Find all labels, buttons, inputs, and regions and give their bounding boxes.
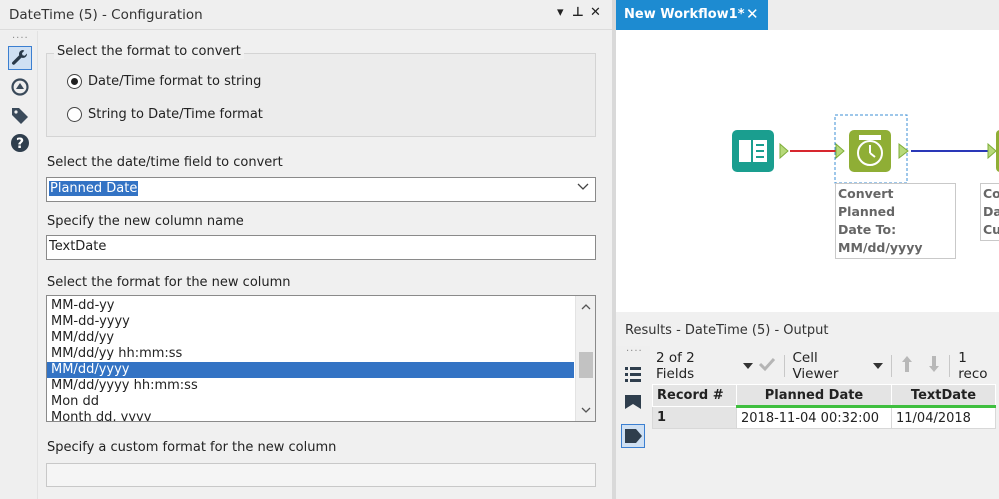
date-field-dropdown[interactable]: Planned Date bbox=[46, 177, 596, 202]
close-icon[interactable]: ✕ bbox=[746, 5, 759, 23]
scroll-down-icon[interactable] bbox=[576, 401, 595, 419]
listbox-scrollbar[interactable] bbox=[575, 296, 595, 421]
workflow-tab-label: New Workflow1* bbox=[624, 7, 745, 22]
annotation-line: MM/dd/yyyy bbox=[838, 240, 923, 255]
config-side-toolbar: ···· ? bbox=[0, 31, 38, 499]
svg-text:?: ? bbox=[16, 136, 24, 152]
chevron-down-icon[interactable] bbox=[577, 180, 589, 196]
radio-button-selected[interactable] bbox=[67, 74, 82, 89]
list-icon[interactable] bbox=[621, 362, 645, 386]
format-list-item[interactable]: MM/dd/yyyy bbox=[47, 362, 574, 378]
configuration-panel: DateTime (5) - Configuration ▾ ⊥ ✕ ···· … bbox=[0, 0, 612, 499]
new-column-name-input[interactable]: TextDate bbox=[46, 235, 596, 260]
results-toolbar: 2 of 2 Fields Cell Viewer 1 reco bbox=[650, 350, 999, 382]
input-data-icon bbox=[732, 130, 774, 172]
workflow-diagram bbox=[732, 114, 999, 184]
cell-viewer-selector[interactable]: Cell Viewer bbox=[792, 350, 865, 382]
arrow-down-icon[interactable] bbox=[927, 355, 941, 377]
scroll-up-icon[interactable] bbox=[576, 298, 595, 316]
output-anchor bbox=[779, 142, 789, 160]
table-header-row: Record # Planned Date TextDate bbox=[652, 384, 996, 408]
scrollbar-thumb[interactable] bbox=[579, 352, 593, 378]
grip-handle[interactable]: ···· bbox=[12, 33, 29, 44]
results-table: Record # Planned Date TextDate 1 2018-11… bbox=[652, 384, 996, 429]
checkmark-icon[interactable] bbox=[758, 356, 776, 376]
config-title: DateTime (5) - Configuration bbox=[9, 7, 203, 23]
tool-annotation: Convert Planned Date To: MM/dd/yyyy bbox=[835, 183, 956, 259]
date-field-value: Planned Date bbox=[49, 181, 139, 196]
output-anchor-icon[interactable] bbox=[621, 424, 645, 448]
convert-format-legend: Select the format to convert bbox=[54, 44, 244, 59]
format-list-item[interactable]: MM/dd/yyyy hh:mm:ss bbox=[47, 378, 574, 394]
chevron-down-icon[interactable] bbox=[873, 358, 884, 374]
results-panel: Results - DateTime (5) - Output ···· 2 o… bbox=[616, 316, 999, 499]
input-anchor bbox=[835, 142, 845, 160]
config-title-bar: DateTime (5) - Configuration ▾ ⊥ ✕ bbox=[0, 0, 612, 30]
input-anchor-icon[interactable] bbox=[621, 390, 645, 414]
annotation-line: Cu bbox=[983, 222, 999, 237]
format-list-item[interactable]: MM-dd-yy bbox=[47, 298, 574, 314]
annotation-line: Date To: bbox=[838, 222, 897, 237]
radio-label: String to Date/Time format bbox=[88, 107, 263, 122]
wrench-icon[interactable] bbox=[8, 46, 32, 70]
field-select-label: Select the date/time field to convert bbox=[47, 155, 283, 170]
record-number-cell[interactable]: 1 bbox=[652, 406, 737, 429]
results-title: Results - DateTime (5) - Output bbox=[625, 323, 829, 338]
table-row[interactable]: 1 2018-11-04 00:32:00 11/04/2018 bbox=[652, 406, 996, 429]
table-cell[interactable]: 2018-11-04 00:32:00 bbox=[736, 406, 892, 429]
toolbar-separator bbox=[783, 355, 785, 377]
toolbar-separator bbox=[949, 355, 951, 377]
radio-button[interactable] bbox=[67, 107, 82, 122]
custom-format-label: Specify a custom format for the new colu… bbox=[47, 440, 337, 455]
column-header[interactable]: Record # bbox=[652, 384, 737, 407]
radio-string-to-datetime[interactable]: String to Date/Time format bbox=[67, 107, 263, 122]
results-side-toolbar: ···· bbox=[616, 346, 650, 499]
tab-new-workflow[interactable]: New Workflow1* ✕ bbox=[616, 0, 768, 30]
format-list-item[interactable]: MM/dd/yy bbox=[47, 330, 574, 346]
grip-handle[interactable]: ···· bbox=[626, 346, 643, 357]
format-listbox[interactable]: MM-dd-yy MM-dd-yyyy MM/dd/yy MM/dd/yy hh:mm… bbox=[46, 295, 596, 422]
column-header[interactable]: TextDate bbox=[891, 384, 996, 408]
next-tool-icon bbox=[987, 130, 999, 172]
convert-format-group: Date/Time format to string String to Dat… bbox=[46, 53, 596, 137]
fields-selector[interactable]: 2 of 2 Fields bbox=[656, 350, 735, 382]
help-icon[interactable]: ? bbox=[8, 131, 32, 155]
table-cell[interactable]: 11/04/2018 bbox=[891, 406, 996, 429]
tag-icon[interactable] bbox=[8, 103, 32, 127]
workflow-canvas[interactable]: Convert Planned Date To: MM/dd/yyyy Co D… bbox=[616, 30, 999, 312]
format-list-item[interactable]: Mon dd bbox=[47, 394, 574, 410]
config-body: Date/Time format to string String to Dat… bbox=[38, 31, 612, 499]
format-list-item[interactable]: MM-dd-yyyy bbox=[47, 314, 574, 330]
radio-datetime-to-string[interactable]: Date/Time format to string bbox=[67, 74, 261, 89]
next-tool-annotation: Co Da Cu bbox=[980, 183, 999, 241]
toolbar-separator bbox=[891, 355, 893, 377]
workflow-tab-strip: New Workflow1* ✕ bbox=[616, 0, 999, 30]
column-header[interactable]: Planned Date bbox=[736, 384, 892, 408]
arrow-up-icon[interactable] bbox=[900, 355, 914, 377]
record-count: 1 reco bbox=[958, 350, 988, 382]
workflow-area: New Workflow1* ✕ Convert Planned Date To… bbox=[616, 0, 999, 312]
pin-icon[interactable]: ⊥ bbox=[572, 5, 584, 20]
format-list-label: Select the format for the new column bbox=[47, 275, 291, 290]
connection-icon[interactable] bbox=[8, 75, 32, 99]
close-icon[interactable]: ✕ bbox=[590, 5, 601, 20]
format-list-item[interactable]: MM/dd/yy hh:mm:ss bbox=[47, 346, 574, 362]
datetime-tool-icon bbox=[849, 130, 891, 172]
custom-format-input[interactable] bbox=[46, 463, 596, 487]
annotation-line: Co bbox=[983, 186, 999, 201]
panel-menu-icon[interactable]: ▾ bbox=[557, 5, 564, 20]
format-list-item[interactable]: Month dd, yyyy bbox=[47, 410, 574, 421]
annotation-line: Da bbox=[983, 204, 999, 219]
annotation-line: Convert Planned bbox=[838, 186, 896, 219]
new-column-label: Specify the new column name bbox=[47, 214, 244, 229]
radio-label: Date/Time format to string bbox=[88, 74, 262, 89]
chevron-down-icon[interactable] bbox=[742, 358, 753, 374]
